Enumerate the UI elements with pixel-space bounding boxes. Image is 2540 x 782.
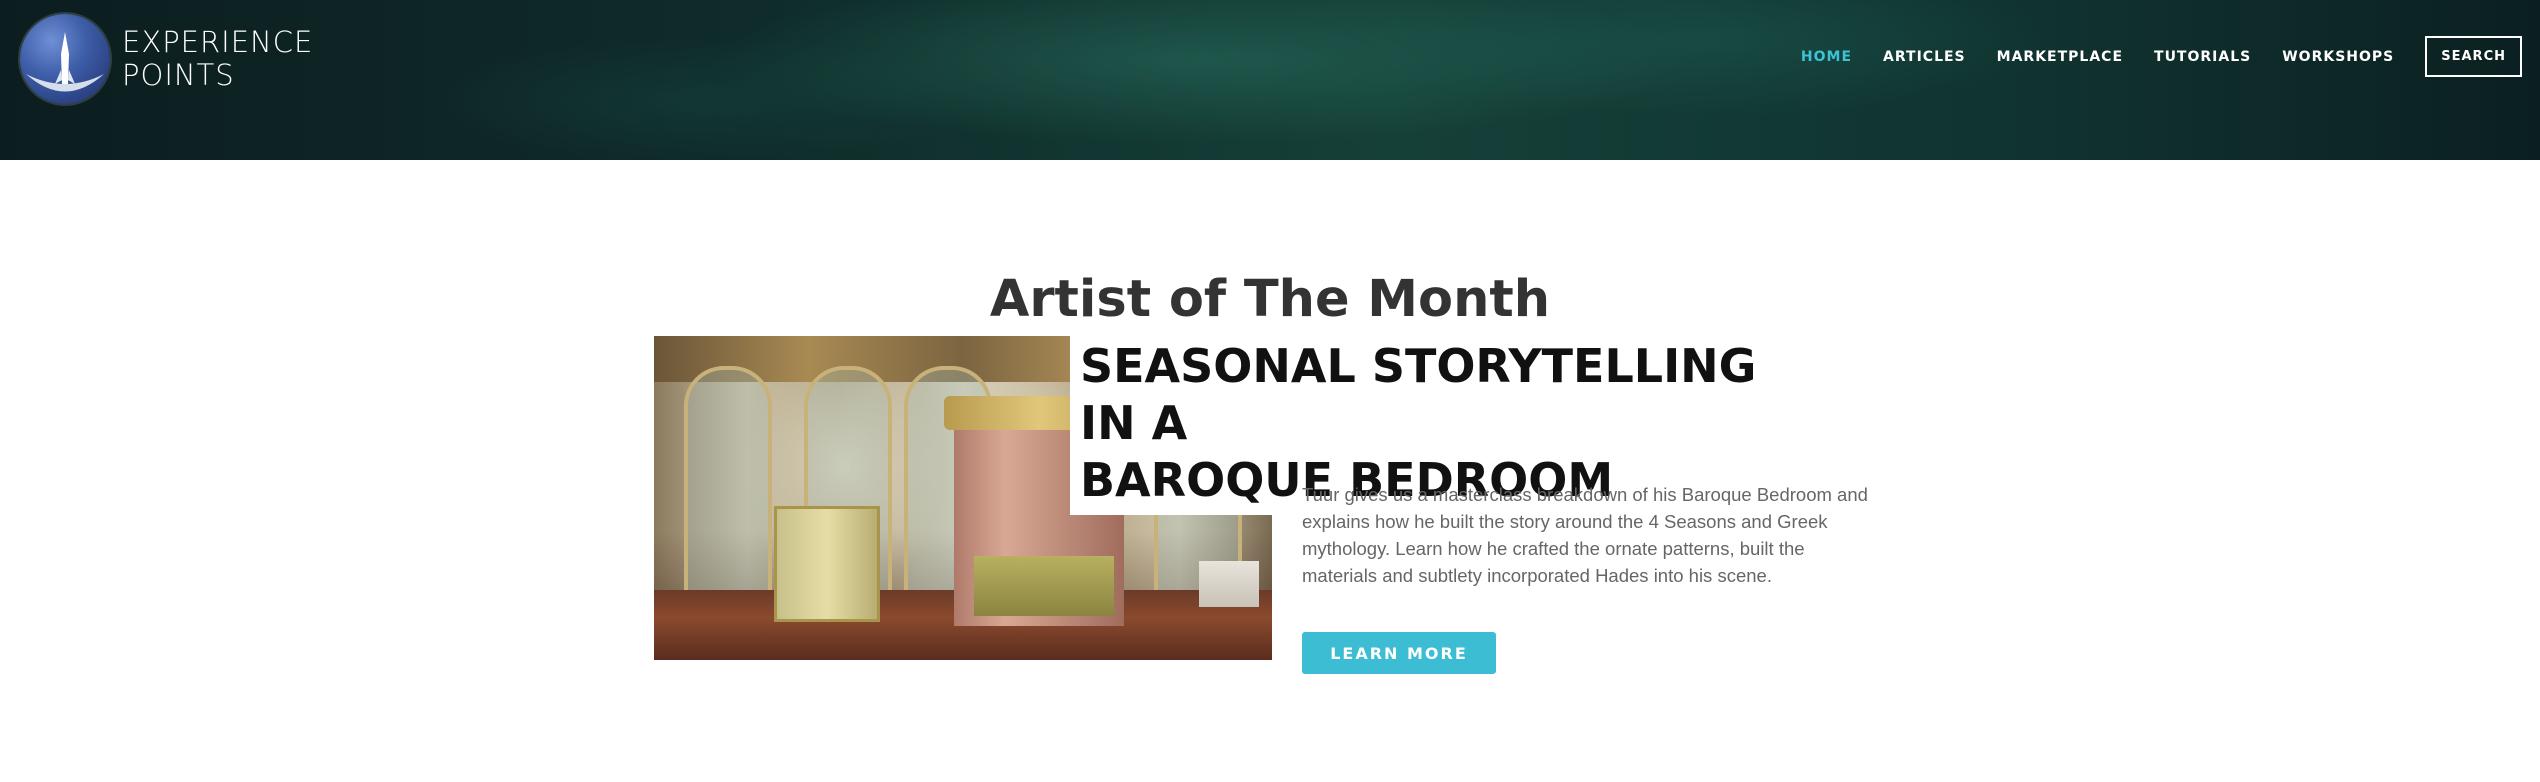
nav-item-articles[interactable]: ARTICLES (1883, 49, 1966, 65)
site-logo[interactable]: EXPERIENCE POINTS (20, 14, 313, 104)
image-bedcover (974, 556, 1114, 616)
feature-description: Tuur gives us a masterclass breakdown of… (1302, 483, 1868, 586)
nav-item-tutorials[interactable]: TUTORIALS (2154, 49, 2251, 65)
site-header: EXPERIENCE POINTS HOME ARTICLES MARKETPL… (0, 0, 2540, 160)
image-side-table (1199, 561, 1259, 607)
feature-title-line1: SEASONAL STORYTELLING IN A (1080, 339, 1757, 450)
brand-name-line2: POINTS (122, 58, 235, 92)
image-arch (684, 366, 772, 604)
brand-name-line1: EXPERIENCE (122, 25, 314, 59)
image-folding-screen (774, 506, 880, 622)
nav-item-home[interactable]: HOME (1801, 49, 1852, 65)
section-title: Artist of The Month (989, 270, 1551, 330)
nav-item-marketplace[interactable]: MARKETPLACE (1997, 49, 2123, 65)
main-nav: HOME ARTICLES MARKETPLACE TUTORIALS WORK… (1770, 36, 2522, 77)
search-button[interactable]: SEARCH (2425, 36, 2522, 77)
learn-more-button[interactable]: LEARN MORE (1302, 632, 1496, 674)
nav-item-workshops[interactable]: WORKSHOPS (2282, 49, 2394, 65)
brand-name: EXPERIENCE POINTS (122, 26, 313, 92)
rocket-globe-icon (20, 14, 110, 104)
